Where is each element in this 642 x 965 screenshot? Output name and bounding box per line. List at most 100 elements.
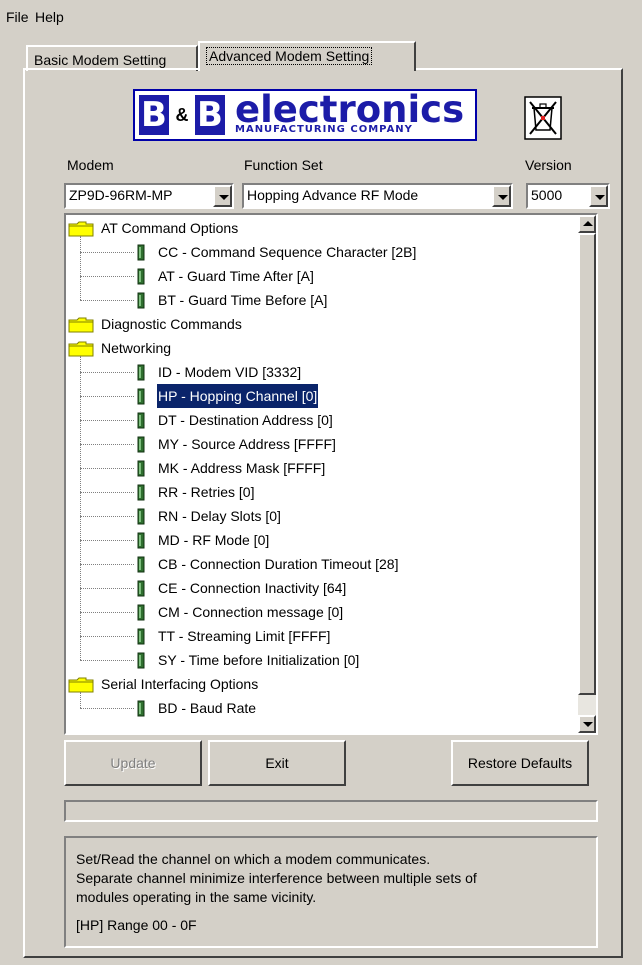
chevron-down-icon[interactable] bbox=[589, 185, 608, 207]
chevron-down-icon[interactable] bbox=[213, 185, 232, 207]
weee-bin-icon bbox=[524, 96, 562, 140]
tree-folder-label: Serial Interfacing Options bbox=[101, 676, 259, 692]
command-leaf-icon bbox=[137, 244, 145, 261]
tree-item-label: TT - Streaming Limit [FFFF] bbox=[158, 628, 331, 644]
command-leaf-icon bbox=[137, 412, 145, 429]
tree-item-label: MK - Address Mask [FFFF] bbox=[158, 460, 326, 476]
progress-bar bbox=[64, 800, 598, 822]
tree-item-label: MD - RF Mode [0] bbox=[158, 532, 270, 548]
scroll-down-arrow-icon[interactable] bbox=[578, 715, 596, 733]
tree-item-label: ID - Modem VID [3332] bbox=[158, 364, 302, 380]
tab-advanced-modem-setting[interactable]: Advanced Modem Setting bbox=[198, 41, 416, 71]
command-leaf-icon bbox=[137, 556, 145, 573]
tree-folder-label: Diagnostic Commands bbox=[101, 316, 242, 332]
modem-select[interactable]: ZP9D-96RM-MP bbox=[64, 183, 234, 209]
tree-folder-label: AT Command Options bbox=[101, 220, 239, 236]
folder-icon bbox=[68, 221, 94, 237]
tree-connector bbox=[80, 692, 81, 708]
tree-item-label: MY - Source Address [FFFF] bbox=[158, 436, 336, 452]
command-leaf-icon bbox=[137, 580, 145, 597]
function-set-select[interactable]: Hopping Advance RF Mode bbox=[242, 183, 513, 209]
tree-connector bbox=[80, 492, 134, 493]
restore-defaults-button[interactable]: Restore Defaults bbox=[451, 740, 589, 786]
bb-electronics-logo: B & B electronics MANUFACTURING COMPANY bbox=[133, 89, 477, 141]
logo-subtitle: MANUFACTURING COMPANY bbox=[235, 124, 413, 135]
command-leaf-icon bbox=[137, 460, 145, 477]
bb-mark: B & B bbox=[139, 95, 225, 135]
tree-item-label: CM - Connection message [0] bbox=[158, 604, 344, 620]
bb-ampersand: & bbox=[175, 105, 189, 125]
modem-label: Modem bbox=[67, 157, 114, 173]
command-leaf-icon bbox=[137, 292, 145, 309]
command-leaf-icon bbox=[137, 508, 145, 525]
description-line: Set/Read the channel on which a modem co… bbox=[76, 851, 431, 867]
description-line: modules operating in the same vicinity. bbox=[76, 889, 317, 905]
tree-item-label: BD - Baud Rate bbox=[158, 700, 257, 716]
update-button[interactable]: Update bbox=[64, 740, 202, 786]
version-select[interactable]: 5000 bbox=[526, 183, 610, 209]
tree-item-label: HP - Hopping Channel [0] bbox=[155, 383, 320, 409]
tab-advanced-label: Advanced Modem Setting bbox=[206, 47, 373, 65]
tree-item-label: BT - Guard Time Before [A] bbox=[158, 292, 328, 308]
function-set-select-value: Hopping Advance RF Mode bbox=[247, 187, 419, 203]
menu-help[interactable]: Help bbox=[35, 9, 64, 25]
tree-connector bbox=[80, 564, 134, 565]
exit-button[interactable]: Exit bbox=[208, 740, 346, 786]
function-set-label: Function Set bbox=[244, 157, 323, 173]
tree-connector bbox=[80, 468, 134, 469]
tree-vertical-scrollbar[interactable] bbox=[578, 215, 596, 733]
tree-item-label: AT - Guard Time After [A] bbox=[158, 268, 314, 284]
chevron-down-icon[interactable] bbox=[492, 185, 511, 207]
command-leaf-icon bbox=[137, 652, 145, 669]
tree-connector bbox=[80, 540, 134, 541]
version-label: Version bbox=[525, 157, 572, 173]
tree-connector bbox=[80, 372, 134, 373]
modem-select-value: ZP9D-96RM-MP bbox=[69, 187, 173, 203]
tree-connector bbox=[80, 420, 134, 421]
tree-item-label: SY - Time before Initialization [0] bbox=[158, 652, 360, 668]
description-line: Separate channel minimize interference b… bbox=[76, 870, 477, 886]
command-leaf-icon bbox=[137, 364, 145, 381]
tree-connector bbox=[80, 396, 134, 397]
tree-item-label: RN - Delay Slots [0] bbox=[158, 508, 281, 524]
tree-item-label: DT - Destination Address [0] bbox=[158, 412, 333, 428]
tree-connector bbox=[80, 444, 134, 445]
tree-item-label: CB - Connection Duration Timeout [28] bbox=[158, 556, 399, 572]
tree-connector bbox=[80, 356, 81, 660]
command-leaf-icon bbox=[137, 436, 145, 453]
menu-bar: File Help bbox=[0, 0, 642, 32]
tree-item-label: CC - Command Sequence Character [2B] bbox=[158, 244, 417, 260]
command-leaf-icon bbox=[137, 532, 145, 549]
command-leaf-icon bbox=[137, 604, 145, 621]
command-range: [HP] Range 00 - 0F bbox=[76, 917, 197, 933]
tab-basic-label: Basic Modem Setting bbox=[34, 52, 167, 68]
command-leaf-icon bbox=[137, 484, 145, 501]
tree-item-label: RR - Retries [0] bbox=[158, 484, 255, 500]
bb-right-letter: B bbox=[195, 95, 225, 135]
scroll-thumb[interactable] bbox=[578, 233, 596, 695]
version-select-value: 5000 bbox=[531, 187, 563, 203]
tree-folder-label: Networking bbox=[101, 340, 172, 356]
tree-connector bbox=[80, 300, 134, 301]
menu-file[interactable]: File bbox=[6, 9, 29, 25]
command-leaf-icon bbox=[137, 268, 145, 285]
tree-connector bbox=[80, 588, 134, 589]
command-leaf-icon bbox=[137, 700, 145, 717]
tree-connector bbox=[80, 660, 134, 661]
command-tree[interactable]: AT Command Options CC - Command Sequence … bbox=[64, 213, 598, 735]
tree-connector bbox=[80, 708, 134, 709]
command-leaf-icon bbox=[137, 388, 145, 405]
tree-connector bbox=[80, 636, 134, 637]
tree-connector bbox=[80, 236, 81, 300]
tree-connector bbox=[80, 612, 134, 613]
tree-connector bbox=[80, 252, 134, 253]
bb-left-letter: B bbox=[139, 95, 169, 135]
tree-connector bbox=[80, 516, 134, 517]
command-leaf-icon bbox=[137, 628, 145, 645]
folder-icon bbox=[68, 317, 94, 333]
tree-item-label: CE - Connection Inactivity [64] bbox=[158, 580, 347, 596]
folder-icon bbox=[68, 341, 94, 357]
tree-connector bbox=[80, 276, 134, 277]
command-description: Set/Read the channel on which a modem co… bbox=[64, 836, 598, 948]
scroll-up-arrow-icon[interactable] bbox=[578, 215, 596, 233]
